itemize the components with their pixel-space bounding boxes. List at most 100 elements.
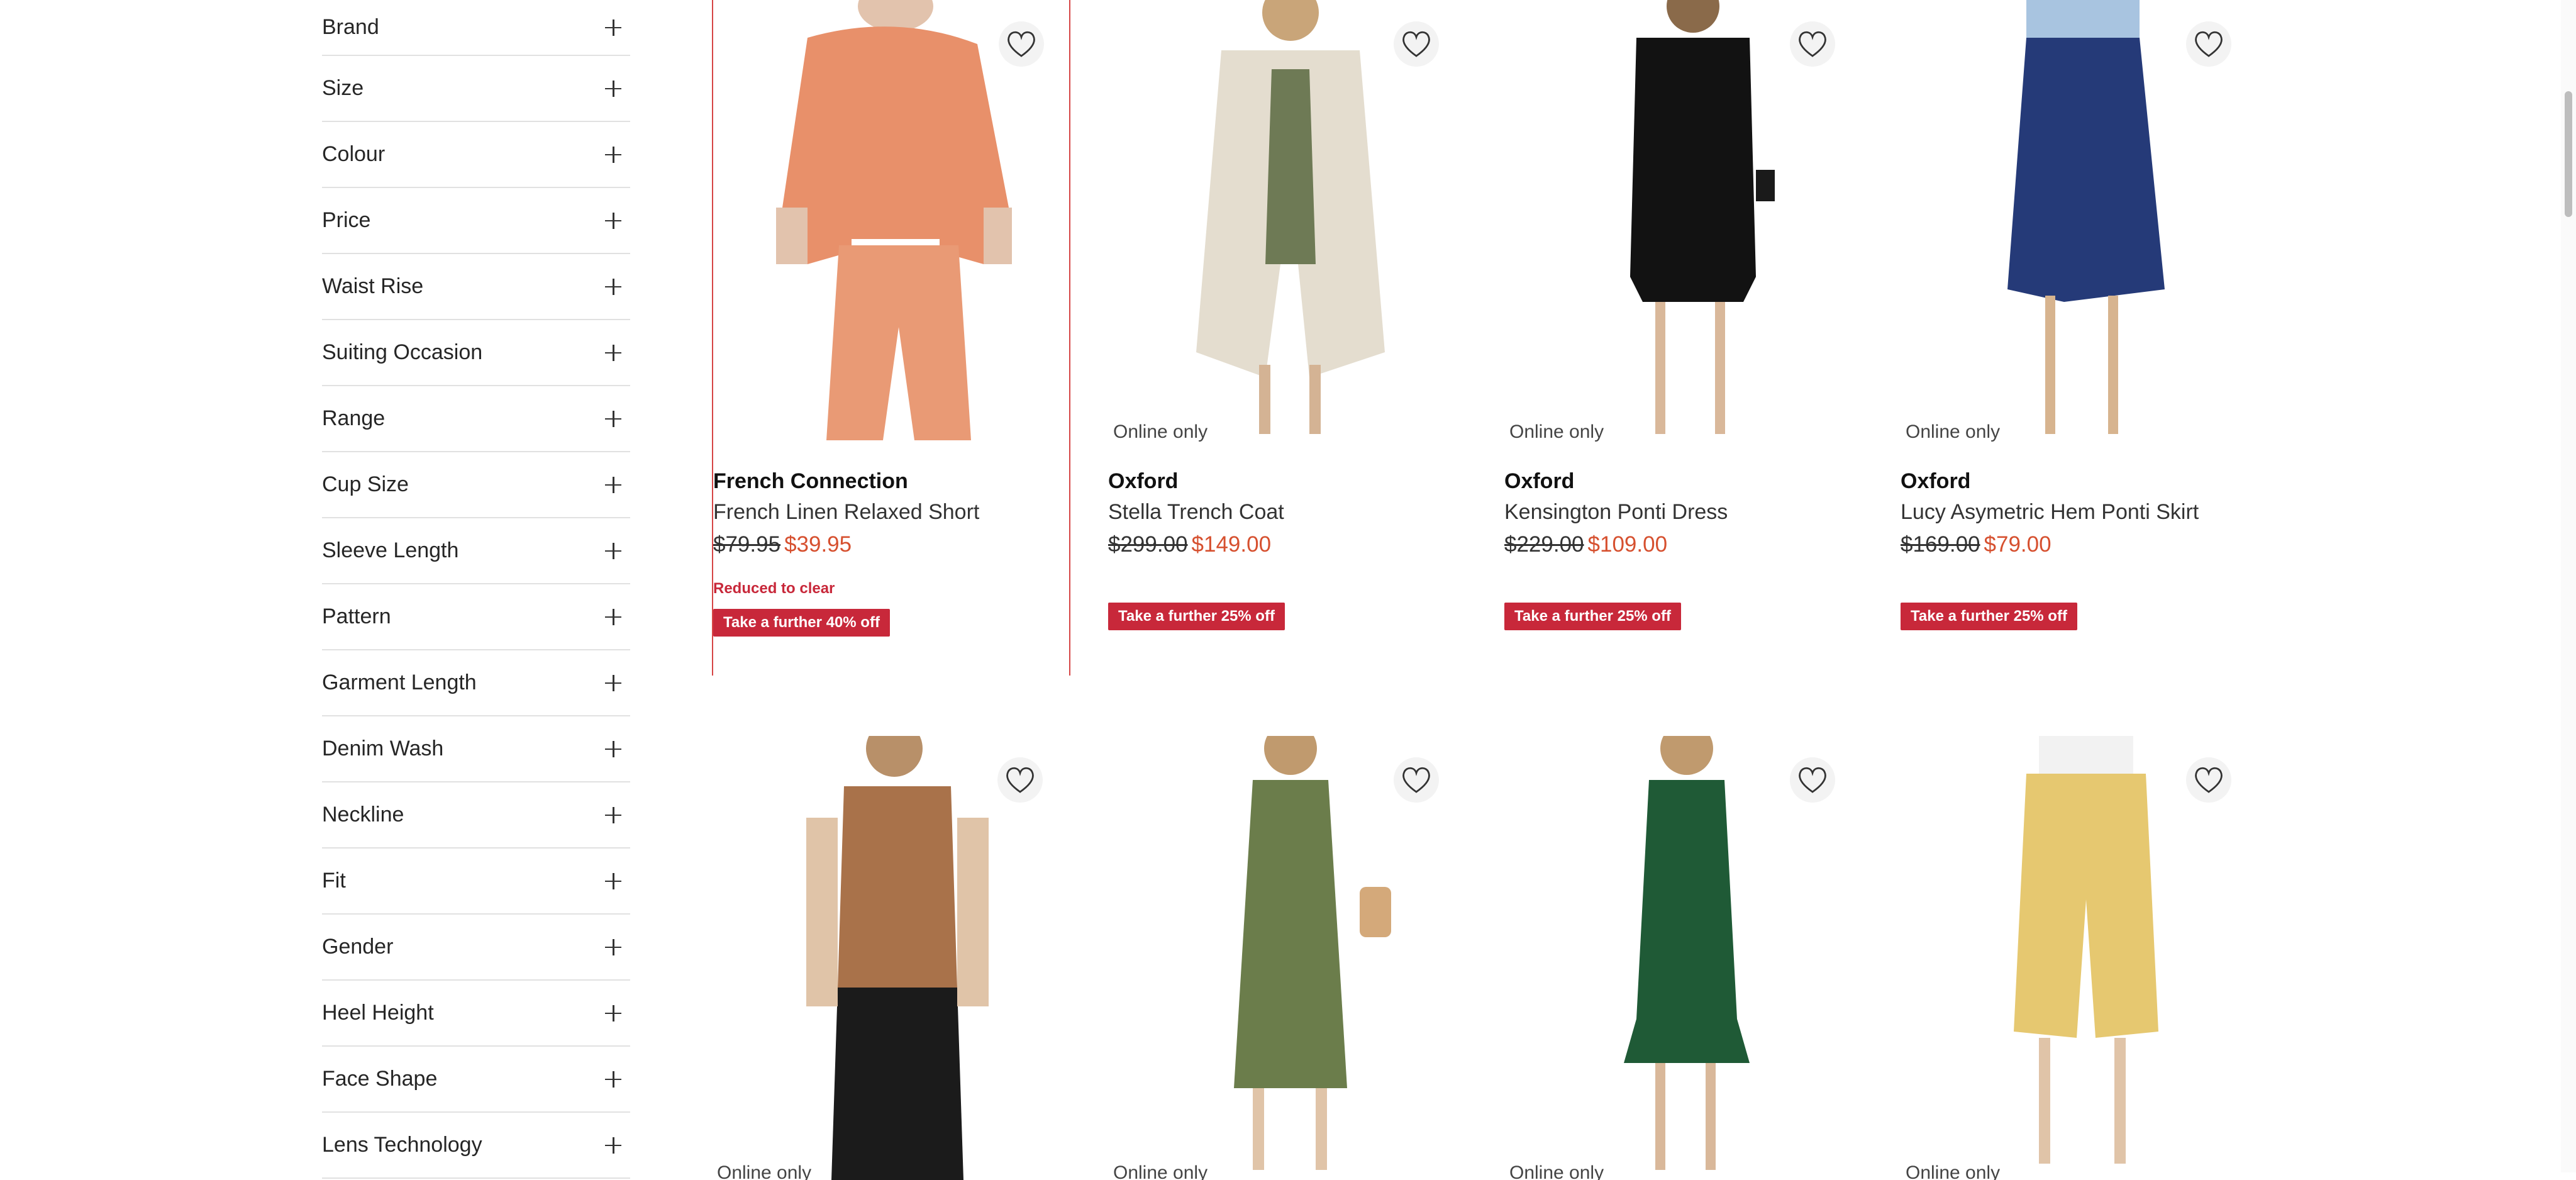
filter-label: Pattern: [322, 604, 391, 628]
online-only-tag: Online only: [1903, 420, 2003, 444]
filter-label: Neckline: [322, 803, 404, 827]
filter-label: Heel Height: [322, 1001, 434, 1025]
plus-icon[interactable]: [605, 476, 621, 493]
plus-icon[interactable]: [605, 212, 621, 229]
product-card[interactable]: Online only Oxford Stella Trench Coat $2…: [1108, 0, 1464, 630]
product-brand[interactable]: Oxford: [1901, 469, 2257, 494]
favourite-button[interactable]: [1394, 757, 1439, 803]
filter-label: Range: [322, 406, 386, 430]
product-photo: [1901, 0, 2257, 444]
plus-icon[interactable]: [605, 146, 621, 163]
filter-cup-size[interactable]: Cup Size: [322, 452, 630, 518]
heart-icon: [1402, 31, 1430, 57]
filter-price[interactable]: Price: [322, 188, 630, 254]
plus-icon[interactable]: [605, 1071, 621, 1088]
filter-label: Fit: [322, 869, 346, 893]
product-card[interactable]: French Connection French Linen Relaxed S…: [712, 0, 1070, 676]
product-brand[interactable]: Oxford: [1504, 469, 1860, 494]
online-only-tag: Online only: [1507, 420, 1607, 444]
filter-lens-technology[interactable]: Lens Technology: [322, 1113, 630, 1179]
product-card[interactable]: Online only Oxford Kensington Ponti Dres…: [1504, 0, 1860, 630]
plus-icon[interactable]: [605, 344, 621, 361]
product-card[interactable]: Online only: [1504, 736, 1860, 1180]
filter-heel-height[interactable]: Heel Height: [322, 981, 630, 1047]
filter-face-shape[interactable]: Face Shape: [322, 1047, 630, 1113]
product-name[interactable]: Stella Trench Coat: [1108, 500, 1464, 525]
filter-suiting-occasion[interactable]: Suiting Occasion: [322, 320, 630, 386]
filter-neckline[interactable]: Neckline: [322, 782, 630, 849]
product-image[interactable]: Online only: [1108, 736, 1464, 1180]
plus-icon[interactable]: [605, 1137, 621, 1154]
plus-icon[interactable]: [605, 674, 621, 691]
product-image[interactable]: Online only: [1504, 736, 1860, 1180]
product-image[interactable]: [713, 0, 1069, 444]
plus-icon[interactable]: [605, 740, 621, 757]
filter-range[interactable]: Range: [322, 386, 630, 452]
online-only-tag: Online only: [1111, 420, 1211, 444]
plus-icon[interactable]: [605, 806, 621, 823]
product-image[interactable]: Online only: [1901, 736, 2257, 1180]
product-brand[interactable]: Oxford: [1108, 469, 1464, 494]
plus-icon[interactable]: [605, 938, 621, 955]
filter-denim-wash[interactable]: Denim Wash: [322, 716, 630, 782]
plus-icon[interactable]: [605, 278, 621, 295]
product-name[interactable]: French Linen Relaxed Short: [713, 500, 1069, 525]
product-image[interactable]: Online only: [1504, 0, 1860, 444]
promo-badge: Take a further 25% off: [1901, 603, 2077, 630]
product-card[interactable]: Online only: [1901, 736, 2257, 1180]
online-only-tag: Online only: [1111, 1161, 1211, 1180]
online-only-tag: Online only: [1903, 1161, 2003, 1180]
favourite-button[interactable]: [999, 21, 1044, 67]
plus-icon[interactable]: [605, 542, 621, 559]
filter-label: Brand: [322, 15, 379, 39]
filter-waist-rise[interactable]: Waist Rise: [322, 254, 630, 320]
heart-icon: [2195, 767, 2223, 793]
heart-icon: [1006, 767, 1034, 793]
plus-icon[interactable]: [605, 80, 621, 97]
plus-icon[interactable]: [605, 19, 621, 36]
filter-label: Suiting Occasion: [322, 340, 483, 364]
favourite-button[interactable]: [2186, 21, 2231, 67]
filter-pattern[interactable]: Pattern: [322, 584, 630, 650]
heart-icon: [1008, 31, 1035, 57]
scrollbar-track[interactable]: [2561, 0, 2576, 1172]
sale-price: $39.95: [784, 532, 852, 557]
filter-sleeve-length[interactable]: Sleeve Length: [322, 518, 630, 584]
online-only-tag: Online only: [1507, 1161, 1607, 1180]
product-card[interactable]: Online only Oxford Lucy Asymetric Hem Po…: [1901, 0, 2257, 630]
filter-colour[interactable]: Colour: [322, 122, 630, 188]
filter-brand[interactable]: Brand: [322, 0, 630, 56]
product-card[interactable]: Online only: [1108, 736, 1464, 1180]
plus-icon[interactable]: [605, 872, 621, 889]
product-image[interactable]: Online only: [712, 736, 1068, 1180]
original-price: $79.95: [713, 532, 781, 557]
filter-gender[interactable]: Gender: [322, 915, 630, 981]
filter-fit[interactable]: Fit: [322, 849, 630, 915]
product-photo: [712, 736, 1068, 1180]
filter-garment-length[interactable]: Garment Length: [322, 650, 630, 716]
filter-label: Colour: [322, 142, 386, 166]
product-brand[interactable]: French Connection: [713, 469, 1069, 494]
product-name[interactable]: Lucy Asymetric Hem Ponti Skirt: [1901, 500, 2257, 525]
favourite-button[interactable]: [997, 757, 1043, 803]
product-image[interactable]: Online only: [1901, 0, 2257, 444]
favourite-button[interactable]: [1790, 757, 1835, 803]
scrollbar-thumb[interactable]: [2565, 91, 2572, 217]
favourite-button[interactable]: [1790, 21, 1835, 67]
filter-label: Denim Wash: [322, 737, 444, 760]
product-photo: [1108, 0, 1464, 444]
filter-label: Gender: [322, 935, 394, 959]
promo-badge: Take a further 25% off: [1504, 603, 1681, 630]
filter-size[interactable]: Size: [322, 56, 630, 122]
favourite-button[interactable]: [2186, 757, 2231, 803]
promo-badge: Take a further 25% off: [1108, 603, 1285, 630]
filter-label: Lens Technology: [322, 1133, 482, 1157]
plus-icon[interactable]: [605, 1005, 621, 1021]
product-name[interactable]: Kensington Ponti Dress: [1504, 500, 1860, 525]
product-card[interactable]: Online only: [712, 736, 1068, 1180]
plus-icon[interactable]: [605, 608, 621, 625]
plus-icon[interactable]: [605, 410, 621, 427]
heart-icon: [1799, 767, 1826, 793]
favourite-button[interactable]: [1394, 21, 1439, 67]
product-image[interactable]: Online only: [1108, 0, 1464, 444]
